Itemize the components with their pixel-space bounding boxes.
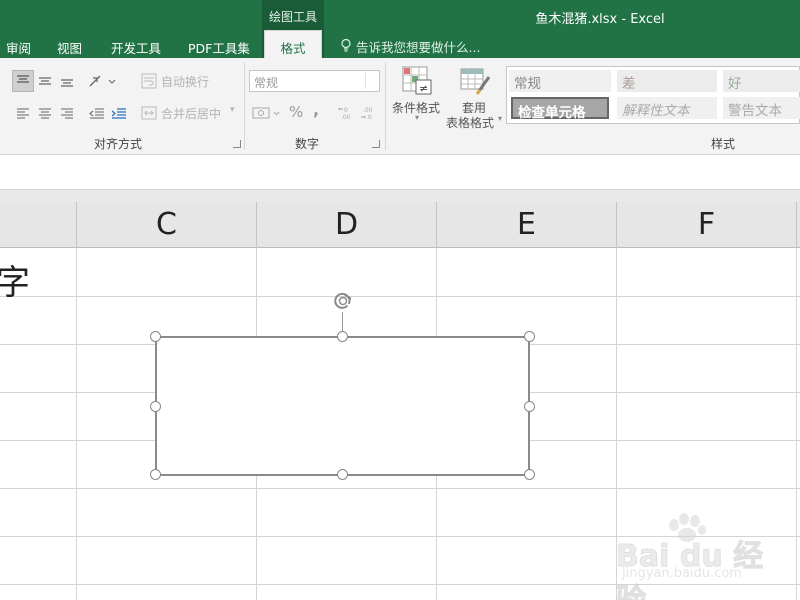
group-separator xyxy=(244,62,245,150)
increase-indent-icon xyxy=(111,108,126,119)
ribbon: 自动换行 合并后居中 ▾ 对齐方式 常规 % , 0.00 .00.0 数字 ≠… xyxy=(0,58,800,155)
cell-style-check-cell[interactable]: 检查单元格 xyxy=(511,97,609,121)
title-bar: 绘图工具 鱼木混猪.xlsx - Excel 审阅 视图 开发工具 PDF工具集… xyxy=(0,0,800,58)
tell-me-input[interactable]: 告诉我您想要做什么... xyxy=(356,37,480,56)
increase-indent-button[interactable] xyxy=(108,102,130,124)
accounting-format-button[interactable] xyxy=(251,102,281,124)
align-bottom-icon xyxy=(61,79,73,87)
align-center-icon xyxy=(39,108,51,119)
align-middle-icon xyxy=(39,77,51,85)
decrease-indent-button[interactable] xyxy=(86,102,108,124)
alignment-group-label: 对齐方式 xyxy=(94,137,143,151)
svg-text:.00: .00 xyxy=(363,107,373,114)
align-top-icon xyxy=(17,75,29,83)
tab-pdf-tools[interactable]: PDF工具集 xyxy=(188,38,250,57)
resize-handle-top[interactable] xyxy=(337,331,348,342)
resize-handle-top-left[interactable] xyxy=(150,331,161,342)
align-bottom-button[interactable] xyxy=(56,70,78,92)
resize-handle-right[interactable] xyxy=(524,401,535,412)
table-format-button[interactable]: 表格格式 xyxy=(442,114,498,131)
chevron-down-icon xyxy=(365,73,377,89)
cell-style-normal[interactable]: 常规 xyxy=(509,70,611,92)
resize-handle-left[interactable] xyxy=(150,401,161,412)
decrease-decimal-button[interactable]: .00.0 xyxy=(359,102,379,124)
formula-bar[interactable] xyxy=(0,156,800,190)
currency-icon xyxy=(252,107,280,119)
contextual-group-label: 绘图工具 xyxy=(268,10,317,24)
tab-view[interactable]: 视图 xyxy=(57,38,82,57)
sheet-top-band xyxy=(0,190,800,202)
align-right-icon xyxy=(61,108,73,119)
cell-styles-gallery: 常规 差 好 检查单元格 解释性文本 警告文本 xyxy=(506,66,800,124)
grid-line xyxy=(0,488,800,489)
group-separator xyxy=(385,62,386,150)
align-left-icon xyxy=(17,108,29,119)
increase-decimal-icon: 0.00 xyxy=(338,107,351,121)
svg-text:≠: ≠ xyxy=(419,82,428,95)
text-orientation-icon xyxy=(89,75,116,87)
comma-button[interactable]: , xyxy=(313,100,319,119)
rectangle-shape[interactable] xyxy=(155,336,530,476)
document-title: 鱼木混猪.xlsx - Excel xyxy=(535,12,665,27)
cell-style-warning[interactable]: 警告文本 xyxy=(723,97,800,119)
cell-style-explanatory[interactable]: 解释性文本 xyxy=(617,97,717,119)
column-header-c[interactable]: C xyxy=(76,202,256,248)
column-header-row: C D E F xyxy=(0,202,800,248)
number-format-value: 常规 xyxy=(254,76,279,90)
grid-line xyxy=(0,296,800,297)
column-header-f[interactable]: F xyxy=(616,202,796,248)
cell-b1-text[interactable]: 字 xyxy=(0,255,30,304)
table-format-icon xyxy=(458,64,492,98)
number-group-label: 数字 xyxy=(295,137,320,151)
rotate-handle-icon[interactable] xyxy=(332,290,354,312)
orientation-button[interactable] xyxy=(86,70,118,92)
align-center-button[interactable] xyxy=(34,102,56,124)
chevron-down-icon: ▾ xyxy=(497,114,502,123)
watermark-url: jingyan.baidu.com xyxy=(622,566,742,581)
grid-line xyxy=(796,248,797,600)
column-header-b[interactable] xyxy=(0,202,76,248)
conditional-format-icon: ≠ xyxy=(400,64,434,98)
resize-handle-bottom-right[interactable] xyxy=(524,469,535,480)
align-left-button[interactable] xyxy=(12,102,34,124)
merge-center-icon xyxy=(140,102,158,124)
percent-button[interactable]: % xyxy=(289,103,303,121)
svg-text:.00: .00 xyxy=(341,114,351,121)
tab-review[interactable]: 审阅 xyxy=(6,38,31,57)
wrap-text-button[interactable]: 自动换行 xyxy=(161,73,209,90)
increase-decimal-button[interactable]: 0.00 xyxy=(337,102,357,124)
number-dialog-launcher-icon[interactable] xyxy=(372,140,380,148)
tab-format[interactable]: 格式 xyxy=(264,38,322,57)
merge-dropdown-icon[interactable]: ▾ xyxy=(230,105,235,115)
baidu-watermark: Bai du 经验 jingyan.baidu.com xyxy=(612,513,792,600)
column-header-d[interactable]: D xyxy=(256,202,436,248)
resize-handle-top-right[interactable] xyxy=(524,331,535,342)
decrease-decimal-icon: .00.0 xyxy=(361,107,373,121)
align-right-button[interactable] xyxy=(56,102,78,124)
cell-style-bad[interactable]: 差 xyxy=(617,70,717,92)
svg-text:.0: .0 xyxy=(366,114,372,121)
alignment-dialog-launcher-icon[interactable] xyxy=(233,140,241,148)
merge-center-button[interactable]: 合并后居中 xyxy=(161,105,221,122)
wrap-text-icon xyxy=(140,70,158,92)
cell-style-good[interactable]: 好 xyxy=(723,70,800,92)
resize-handle-bottom[interactable] xyxy=(337,469,348,480)
align-middle-button[interactable] xyxy=(34,70,56,92)
styles-group-label: 样式 xyxy=(711,137,736,151)
chevron-down-icon: ▾ xyxy=(414,113,419,122)
svg-text:0: 0 xyxy=(344,107,348,114)
align-top-button[interactable] xyxy=(12,70,34,92)
number-format-select[interactable]: 常规 xyxy=(249,70,380,92)
grid-line xyxy=(76,248,77,600)
column-header-g[interactable] xyxy=(796,202,800,248)
decrease-indent-icon xyxy=(89,108,104,119)
resize-handle-bottom-left[interactable] xyxy=(150,469,161,480)
lightbulb-icon xyxy=(341,38,351,52)
tab-developer[interactable]: 开发工具 xyxy=(111,38,161,57)
column-header-e[interactable]: E xyxy=(436,202,616,248)
